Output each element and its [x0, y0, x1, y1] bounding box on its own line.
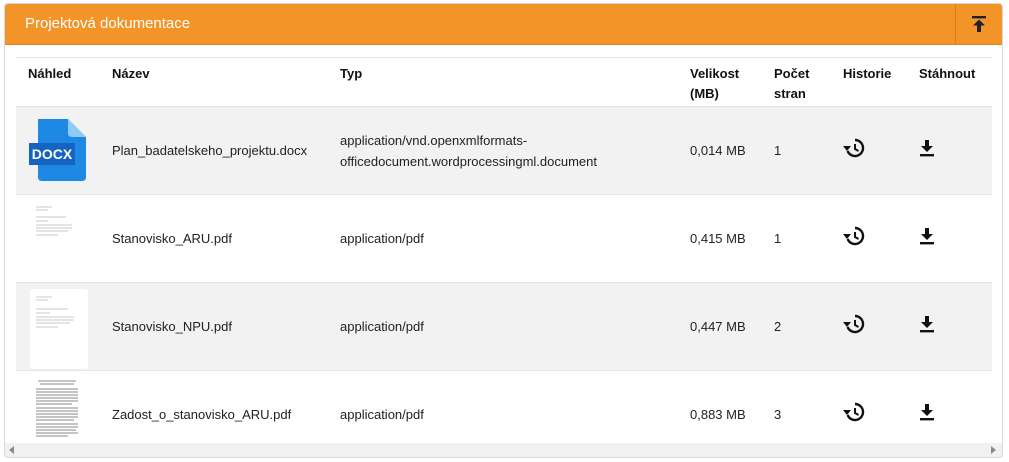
file-type: application/pdf: [328, 282, 678, 371]
history-cell: [831, 370, 907, 442]
download-cell: [907, 194, 992, 283]
preview-cell: DOCX: [16, 106, 100, 195]
col-header-preview[interactable]: Náhled: [16, 57, 100, 107]
preview-cell: [16, 370, 100, 442]
col-header-download: Stáhnout: [907, 57, 992, 107]
page-count: 2: [762, 282, 831, 371]
history-cell: [831, 106, 907, 195]
file-name: Zadost_o_stanovisko_ARU.pdf: [100, 370, 328, 442]
file-size: 0,014 MB: [678, 106, 762, 195]
download-button[interactable]: [919, 315, 935, 333]
history-icon: [843, 402, 865, 421]
file-name: Stanovisko_ARU.pdf: [100, 194, 328, 283]
panel-title: Projektová dokumentace: [25, 15, 191, 32]
history-cell: [831, 282, 907, 371]
download-button[interactable]: [919, 403, 935, 421]
scroll-right-arrow-icon[interactable]: [991, 446, 996, 454]
pdf-page-thumbnail[interactable]: [28, 199, 88, 279]
download-icon: [920, 315, 934, 332]
download-icon: [920, 227, 934, 244]
file-type-line2: officedocument.wordprocessingml.document: [340, 153, 598, 169]
collapse-up-icon: [972, 16, 986, 32]
col-header-name[interactable]: Název: [100, 57, 328, 107]
col-header-pages-line2: stran: [774, 86, 806, 101]
history-button[interactable]: [843, 138, 865, 158]
page-count: 1: [762, 106, 831, 195]
history-button[interactable]: [843, 402, 865, 422]
col-header-pages-line1: Počet: [774, 66, 810, 81]
pdf-page-thumbnail[interactable]: [28, 287, 88, 369]
col-header-history: Historie: [831, 57, 907, 107]
file-type-line1: application/vnd.openxmlformats-: [340, 132, 528, 148]
download-cell: [907, 370, 992, 442]
file-type-line1: application/pdf: [340, 319, 424, 334]
history-icon: [843, 138, 865, 157]
download-icon: [920, 403, 934, 421]
table-header-row: Náhled Název Typ Velikost (MB) Počet stran…: [16, 57, 992, 107]
file-name: Stanovisko_NPU.pdf: [100, 282, 328, 371]
file-type: application/pdf: [328, 194, 678, 283]
history-button[interactable]: [843, 226, 865, 246]
file-name: Plan_badatelskeho_projektu.docx: [100, 106, 328, 195]
history-cell: [831, 194, 907, 283]
scrollbar-track[interactable]: [19, 446, 986, 454]
history-icon: [843, 314, 865, 333]
file-size: 0,883 MB: [678, 370, 762, 442]
download-button[interactable]: [919, 139, 935, 157]
preview-cell: [16, 194, 100, 283]
pdf-page-thumbnail[interactable]: [28, 375, 88, 442]
download-cell: [907, 282, 992, 371]
history-button[interactable]: [843, 314, 865, 334]
file-type: application/pdf: [328, 370, 678, 442]
table-row: Zadost_o_stanovisko_ARU.pdf application/…: [16, 370, 992, 442]
table-row: Stanovisko_ARU.pdf application/pdf 0,415…: [16, 194, 992, 283]
download-button[interactable]: [919, 227, 935, 245]
download-icon: [920, 139, 934, 156]
file-size: 0,415 MB: [678, 194, 762, 283]
file-size: 0,447 MB: [678, 282, 762, 371]
panel-header: Projektová dokumentace: [5, 4, 1002, 45]
page-count: 3: [762, 370, 831, 442]
col-header-pages[interactable]: Počet stran: [762, 57, 831, 107]
preview-cell: [16, 282, 100, 371]
scroll-left-arrow-icon[interactable]: [9, 446, 14, 454]
horizontal-scrollbar[interactable]: [5, 443, 1002, 457]
file-type: application/vnd.openxmlformats-officedoc…: [328, 106, 678, 195]
table-row: DOCX Plan_badatelskeho_projektu.docx app…: [16, 106, 992, 195]
col-header-size-line1: Velikost: [690, 66, 740, 81]
docx-file-icon[interactable]: DOCX: [28, 111, 88, 191]
collapse-button[interactable]: [955, 4, 1002, 44]
col-header-size-line2: (MB): [690, 86, 719, 101]
docx-icon-label: DOCX: [32, 146, 73, 162]
file-type-line1: application/pdf: [340, 231, 424, 246]
documents-table: Náhled Název Typ Velikost (MB) Počet stran…: [16, 57, 992, 442]
documents-table-container: Náhled Název Typ Velikost (MB) Počet stran…: [16, 57, 992, 442]
col-header-size[interactable]: Velikost (MB): [678, 57, 762, 107]
table-row: Stanovisko_NPU.pdf application/pdf 0,447…: [16, 282, 992, 371]
col-header-type[interactable]: Typ: [328, 57, 678, 107]
history-icon: [843, 226, 865, 245]
file-type-line1: application/pdf: [340, 407, 424, 423]
download-cell: [907, 106, 992, 195]
documentation-panel: Projektová dokumentace Náhled Název Typ …: [4, 3, 1003, 458]
page-count: 1: [762, 194, 831, 283]
